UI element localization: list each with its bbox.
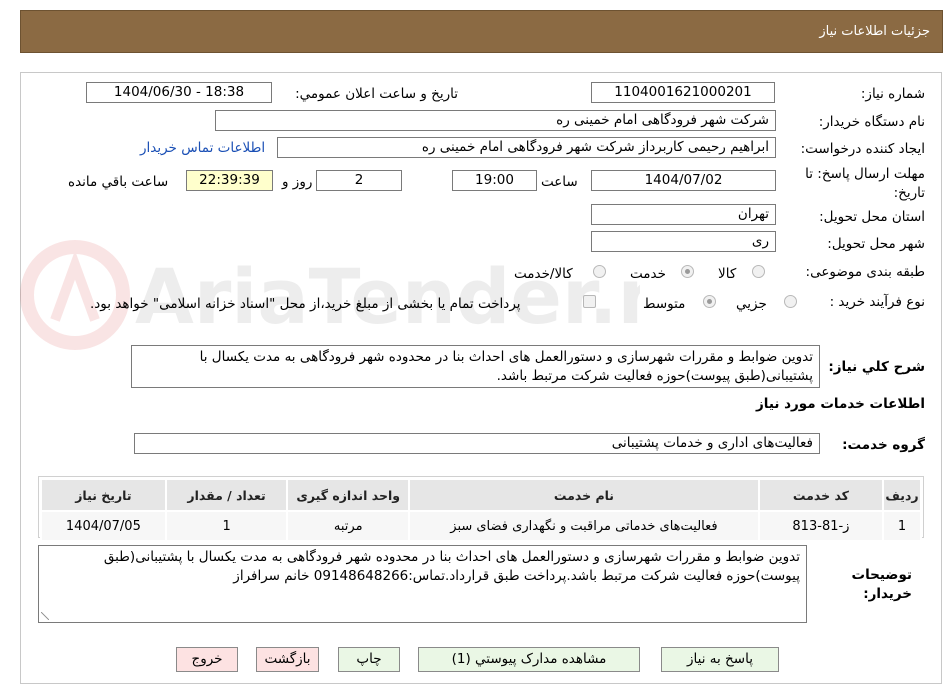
service-group-label: گروه خدمت:	[842, 437, 925, 453]
cell-unit: مرتبه	[286, 510, 411, 542]
page-header: جزئیات اطلاعات نیاز	[20, 10, 943, 53]
category-radio-goods[interactable]	[752, 265, 765, 278]
buyer-notes-text: تدوین ضوابط و مقررات شهرسازی و دستورالعم…	[103, 549, 800, 584]
services-section-title: اطلاعات خدمات مورد نیاز	[755, 396, 925, 412]
buyer-contact-link[interactable]: اطلاعات تماس خریدار	[140, 140, 265, 156]
days-label: روز و	[282, 174, 313, 190]
category-label: طبقه بندی موضوعی:	[805, 264, 925, 280]
resize-grip-icon[interactable]	[41, 612, 49, 620]
description-label: شرح کلي نیاز:	[828, 359, 925, 375]
cell-quantity: 1	[164, 510, 289, 542]
col-unit: واحد اندازه گیری	[286, 478, 411, 512]
buyer-org-field: شرکت شهر فرودگاهی امام خمینی ره	[215, 110, 776, 131]
category-radio-goods-service[interactable]	[593, 265, 606, 278]
remaining-time-field: 22:39:39	[186, 170, 273, 191]
requester-field: ابراهیم رحیمی کاربرداز شرکت شهر فرودگاهی…	[277, 137, 776, 158]
announce-field: 1404/06/30 - 18:38	[86, 82, 272, 103]
back-button[interactable]: بازگشت	[256, 647, 319, 672]
category-option-goods-service: کالا/خدمت	[514, 266, 573, 282]
cell-service-name: فعالیت‌های خدماتی مراقبت و نگهداری فضای …	[408, 510, 760, 542]
need-number-label: شماره نیاز:	[860, 86, 925, 102]
cell-service-code: ز-81-813	[757, 510, 885, 542]
table-row: 1 ز-81-813 فعالیت‌های خدماتی مراقبت و نگ…	[40, 510, 922, 542]
table-header-row: ردیف کد خدمت نام خدمت واحد اندازه گیری ت…	[40, 478, 922, 512]
deadline-time-field: 19:00	[452, 170, 537, 191]
need-number-field: 1104001621000201	[591, 82, 775, 103]
exit-button[interactable]: خروج	[176, 647, 238, 672]
province-field: تهران	[591, 204, 776, 225]
description-text: تدوین ضوابط و مقررات شهرسازی و دستورالعم…	[199, 349, 813, 384]
col-quantity: تعداد / مقدار	[164, 478, 289, 512]
deadline-label: مهلت ارسال پاسخ: تا تاریخ:	[805, 166, 925, 201]
cell-need-date: 1404/07/05	[40, 510, 167, 542]
treasury-payment-checkbox[interactable]	[583, 295, 596, 308]
process-option-medium: متوسط	[643, 296, 686, 312]
category-option-service: خدمت	[630, 266, 666, 282]
city-field: ری	[591, 231, 776, 252]
process-option-minor: جزيي	[736, 296, 767, 312]
process-radio-minor[interactable]	[784, 295, 797, 308]
print-button[interactable]: چاپ	[338, 647, 400, 672]
col-row-number: ردیف	[882, 478, 922, 512]
deadline-time-label: ساعت	[541, 174, 578, 190]
attachments-button[interactable]: مشاهده مدارک پیوستي (1)	[418, 647, 640, 672]
province-label: استان محل تحویل:	[819, 209, 925, 225]
treasury-payment-note: پرداخت تمام یا بخشی از مبلغ خرید،از محل …	[90, 296, 521, 312]
col-need-date: تاریخ نیاز	[40, 478, 167, 512]
service-group-field: فعالیت‌های اداری و خدمات پشتیبانی	[134, 433, 820, 454]
cell-row-number: 1	[882, 510, 922, 542]
requester-label: ایجاد کننده درخواست:	[800, 141, 925, 157]
buyer-notes-textarea: تدوین ضوابط و مقررات شهرسازی و دستورالعم…	[38, 545, 807, 623]
services-table: ردیف کد خدمت نام خدمت واحد اندازه گیری ت…	[40, 478, 922, 542]
category-option-goods: کالا	[718, 266, 737, 282]
city-label: شهر محل تحویل:	[827, 236, 925, 252]
days-field: 2	[316, 170, 402, 191]
announce-label: تاریخ و ساعت اعلان عمومي:	[295, 86, 458, 102]
process-label: نوع فرآیند خرید :	[829, 294, 925, 310]
category-radio-service[interactable]	[681, 265, 694, 278]
page-title: جزئیات اطلاعات نیاز	[819, 24, 930, 39]
buyer-notes-label: توضیحات خریدار:	[851, 567, 912, 602]
respond-button[interactable]: پاسخ به نیاز	[661, 647, 779, 672]
col-service-code: کد خدمت	[757, 478, 885, 512]
buyer-org-label: نام دستگاه خریدار:	[818, 114, 925, 130]
deadline-date-field: 1404/07/02	[591, 170, 776, 191]
remaining-label: ساعت باقي مانده	[68, 174, 169, 190]
col-service-name: نام خدمت	[408, 478, 760, 512]
process-radio-medium[interactable]	[703, 295, 716, 308]
description-textarea: تدوین ضوابط و مقررات شهرسازی و دستورالعم…	[131, 345, 820, 388]
